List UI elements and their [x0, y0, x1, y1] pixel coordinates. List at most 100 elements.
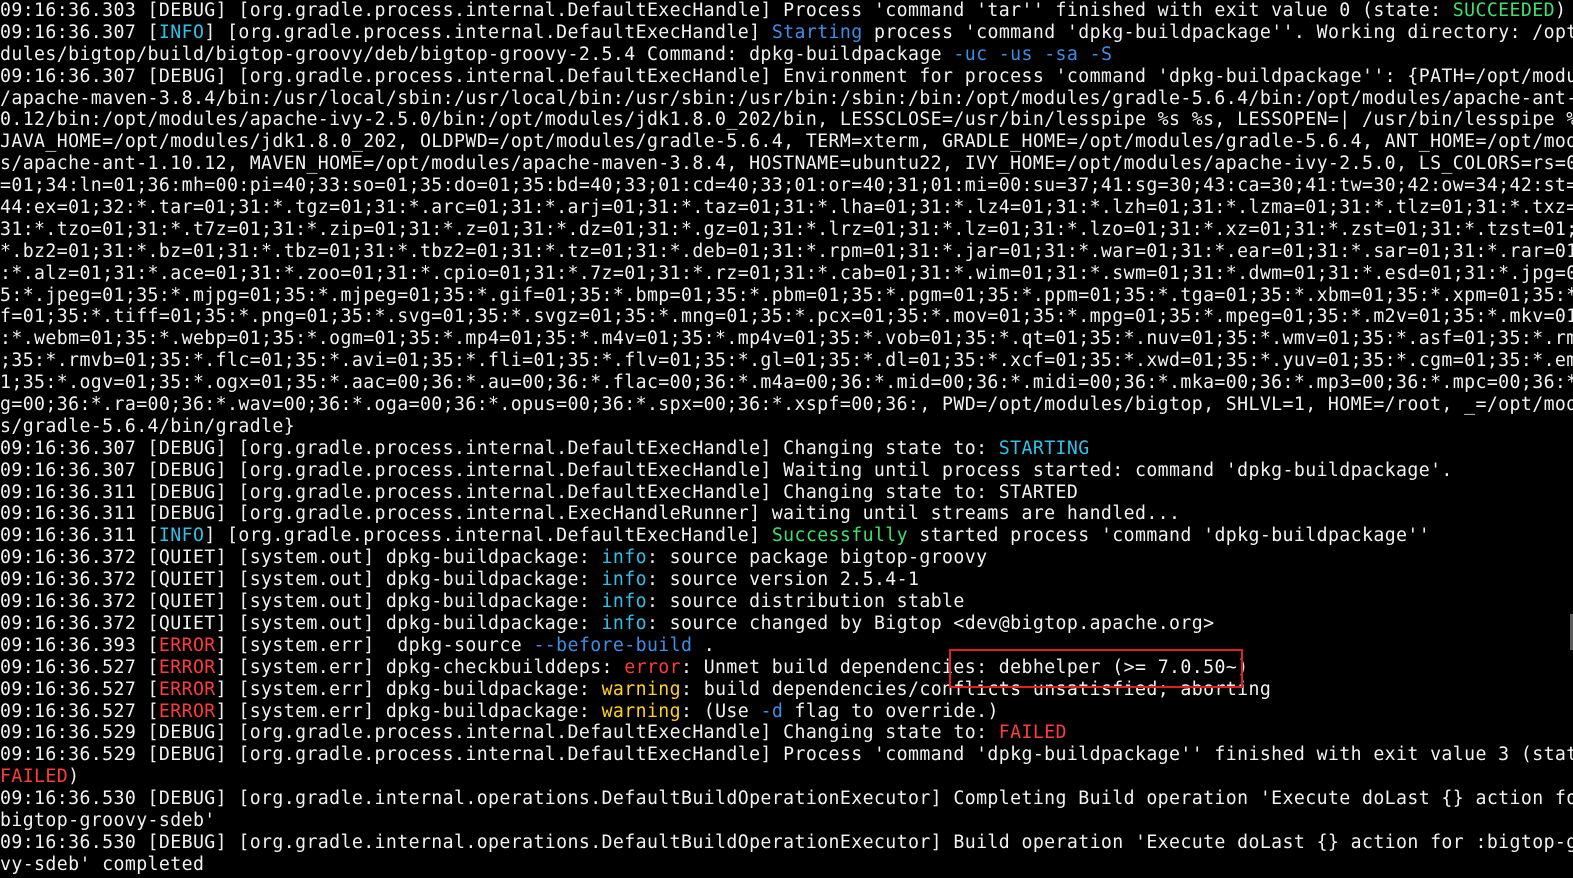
- terminal-text-segment: :*.webm=01;35:*.webp=01;35:*.ogm=01;35:*…: [0, 328, 1573, 350]
- terminal-text-segment: info: [601, 591, 647, 613]
- terminal-text-segment: 09:16:36.307 [DEBUG] [org.gradle.process…: [0, 459, 1453, 481]
- terminal-text-segment: JAVA_HOME=/opt/modules/jdk1.8.0_202, OLD…: [0, 131, 1573, 153]
- terminal-line: 09:16:36.530 [DEBUG] [org.gradle.interna…: [0, 832, 1573, 854]
- terminal-line: 09:16:36.527 [ERROR] [system.err] dpkg-c…: [0, 657, 1573, 679]
- terminal-line: 09:16:36.529 [DEBUG] [org.gradle.process…: [0, 744, 1573, 766]
- terminal-text-segment: 5:*.jpeg=01;35:*.mjpg=01;35:*.mjpeg=01;3…: [0, 284, 1573, 306]
- terminal-text-segment: g=00;36:*.ra=00;36:*.wav=00;36:*.oga=00;…: [0, 394, 1573, 416]
- terminal-text-segment: 44:ex=01;32:*.tar=01;31:*.tgz=01;31:*.ar…: [0, 197, 1573, 219]
- terminal-text-segment: ERROR: [158, 700, 216, 722]
- terminal-text-segment: 09:16:36.527 [: [0, 678, 159, 700]
- terminal-text-segment: ] [system.err] dpkg-buildpackage:: [215, 678, 602, 700]
- terminal-text-segment: 09:16:36.311 [DEBUG] [org.gradle.process…: [0, 503, 1181, 525]
- terminal-text-segment: 09:16:36.307 [DEBUG] [org.gradle.process…: [0, 437, 999, 459]
- terminal-line: 31:*.tzo=01;31:*.t7z=01;31:*.zip=01;31:*…: [0, 219, 1573, 241]
- terminal-line: dules/bigtop/build/bigtop-groovy/deb/big…: [0, 44, 1573, 66]
- terminal-line: 09:16:36.311 [DEBUG] [org.gradle.process…: [0, 482, 1573, 504]
- terminal-line: 5:*.jpeg=01;35:*.mjpg=01;35:*.mjpeg=01;3…: [0, 285, 1573, 307]
- terminal-text-segment: -uc -us -sa -S: [953, 43, 1113, 65]
- terminal-text-segment: FAILED: [0, 766, 69, 788]
- terminal-text-segment: ;35:*.rmvb=01;35:*.flc=01;35:*.avi=01;35…: [0, 350, 1573, 372]
- terminal-text-segment: : source version 2.5.4-1: [646, 569, 920, 591]
- terminal-text-segment: 09:16:36.372 [QUIET] [system.out] dpkg-b…: [0, 612, 602, 634]
- terminal-line: vy-sdeb' completed: [0, 854, 1573, 876]
- terminal-text-segment: INFO: [158, 525, 205, 547]
- terminal-line: g=00;36:*.ra=00;36:*.wav=00;36:*.oga=00;…: [0, 394, 1573, 416]
- terminal-line: f=01;35:*.tiff=01;35:*.png=01;35:*.svg=0…: [0, 306, 1573, 328]
- terminal-text-segment: s/apache-ant-1.10.12, MAVEN_HOME=/opt/mo…: [0, 153, 1573, 175]
- terminal-line: 09:16:36.307 [DEBUG] [org.gradle.process…: [0, 438, 1573, 460]
- terminal-text-segment: : build dependencies/conflicts unsatisfi…: [681, 678, 1272, 700]
- terminal-text-segment: 1;35:*.ogv=01;35:*.ogx=01;35:*.aac=00;36…: [0, 372, 1573, 394]
- terminal-line: =01;34:ln=01;36:mh=00:pi=40;33:so=01;35:…: [0, 175, 1573, 197]
- terminal-text-segment: =01;34:ln=01;36:mh=00:pi=40;33:so=01;35:…: [0, 175, 1573, 197]
- terminal-line: 09:16:36.307 [DEBUG] [org.gradle.process…: [0, 66, 1573, 88]
- terminal-text-segment: :*.alz=01;31:*.ace=01;31:*.zoo=01;31:*.c…: [0, 262, 1573, 284]
- terminal-text-segment: f=01;35:*.tiff=01;35:*.png=01;35:*.svg=0…: [0, 306, 1573, 328]
- terminal-text-segment: ] [system.err] dpkg-checkbuilddeps:: [215, 656, 625, 678]
- terminal-line: *.bz2=01;31:*.bz=01;31:*.tbz=01;31:*.tbz…: [0, 241, 1573, 263]
- terminal-text-segment: INFO: [158, 21, 205, 43]
- terminal-text-segment: : Unmet build dependencies: debhelper (>…: [681, 656, 1249, 678]
- terminal-text-segment: 09:16:36.372 [QUIET] [system.out] dpkg-b…: [0, 569, 602, 591]
- terminal-line: 09:16:36.530 [DEBUG] [org.gradle.interna…: [0, 788, 1573, 810]
- terminal-text-segment: /apache-maven-3.8.4/bin:/usr/local/sbin:…: [0, 87, 1573, 109]
- terminal-text-segment: 09:16:36.527 [: [0, 656, 159, 678]
- terminal-text-segment: 09:16:36.311 [: [0, 525, 159, 547]
- terminal-text-segment: Successfully: [771, 525, 909, 547]
- terminal-text-segment: 09:16:36.393 [: [0, 634, 159, 656]
- terminal-line: 09:16:36.311 [INFO] [org.gradle.process.…: [0, 525, 1573, 547]
- terminal-line: :*.alz=01;31:*.ace=01;31:*.zoo=01;31:*.c…: [0, 263, 1573, 285]
- terminal-text-segment: ] [system.err] dpkg-buildpackage:: [215, 700, 602, 722]
- terminal-text-segment: : source package bigtop-groovy: [646, 547, 988, 569]
- terminal-line: 1;35:*.ogv=01;35:*.ogx=01;35:*.aac=00;36…: [0, 372, 1573, 394]
- terminal-line: FAILED): [0, 766, 1573, 788]
- terminal-text-segment: : source distribution stable: [646, 591, 965, 613]
- terminal-text-segment: 09:16:36.307 [: [0, 21, 159, 43]
- terminal-text-segment: 09:16:36.530 [DEBUG] [org.gradle.interna…: [0, 788, 1573, 810]
- terminal-text-segment: 09:16:36.527 [: [0, 700, 159, 722]
- terminal-text-segment: warning: [601, 700, 682, 722]
- terminal-text-segment: : (Use: [681, 700, 761, 722]
- terminal-line: 09:16:36.372 [QUIET] [system.out] dpkg-b…: [0, 569, 1573, 591]
- terminal-text-segment: ERROR: [158, 634, 216, 656]
- terminal-line: 09:16:36.372 [QUIET] [system.out] dpkg-b…: [0, 591, 1573, 613]
- terminal-text-segment: 09:16:36.311 [DEBUG] [org.gradle.process…: [0, 481, 1079, 503]
- terminal-text-segment: warning: [601, 678, 682, 700]
- terminal-text-segment: Starting: [771, 21, 863, 43]
- terminal-text-segment: info: [601, 547, 647, 569]
- terminal-line: bigtop-groovy-sdeb': [0, 810, 1573, 832]
- terminal-text-segment: 09:16:36.303 [DEBUG] [org.gradle.process…: [0, 0, 1453, 21]
- terminal-line: 0.12/bin:/opt/modules/apache-ivy-2.5.0/b…: [0, 109, 1573, 131]
- terminal-line: 09:16:36.307 [INFO] [org.gradle.process.…: [0, 22, 1573, 44]
- terminal-text-segment: ): [1554, 0, 1567, 21]
- terminal-line: 09:16:36.393 [ERROR] [system.err] dpkg-s…: [0, 635, 1573, 657]
- terminal-text-segment: FAILED: [998, 722, 1067, 744]
- terminal-text-segment: process 'command 'dpkg-buildpackage''. W…: [862, 21, 1573, 43]
- terminal-text-segment: SUCCEEDED: [1452, 0, 1555, 21]
- terminal-line: 44:ex=01;32:*.tar=01;31:*.tgz=01;31:*.ar…: [0, 197, 1573, 219]
- terminal-line: 09:16:36.311 [DEBUG] [org.gradle.process…: [0, 503, 1573, 525]
- terminal-line: JAVA_HOME=/opt/modules/jdk1.8.0_202, OLD…: [0, 131, 1573, 153]
- terminal-line: 09:16:36.527 [ERROR] [system.err] dpkg-b…: [0, 679, 1573, 701]
- terminal-line: 09:16:36.529 [DEBUG] [org.gradle.process…: [0, 722, 1573, 744]
- terminal-output[interactable]: 09:16:36.303 [DEBUG] [org.gradle.process…: [0, 0, 1573, 878]
- terminal-line: /apache-maven-3.8.4/bin:/usr/local/sbin:…: [0, 88, 1573, 110]
- terminal-line: 09:16:36.303 [DEBUG] [org.gradle.process…: [0, 0, 1573, 22]
- terminal-text-segment: 09:16:36.372 [QUIET] [system.out] dpkg-b…: [0, 591, 602, 613]
- terminal-text-segment: ERROR: [158, 656, 216, 678]
- terminal-text-segment: 31:*.tzo=01;31:*.t7z=01;31:*.zip=01;31:*…: [0, 218, 1573, 240]
- terminal-text-segment: ): [68, 766, 80, 788]
- terminal-text-segment: STARTING: [998, 437, 1090, 459]
- terminal-text-segment: 09:16:36.372 [QUIET] [system.out] dpkg-b…: [0, 547, 602, 569]
- terminal-text-segment: info: [601, 569, 647, 591]
- terminal-text-segment: 0.12/bin:/opt/modules/apache-ivy-2.5.0/b…: [0, 109, 1573, 131]
- terminal-line: s/apache-ant-1.10.12, MAVEN_HOME=/opt/mo…: [0, 153, 1573, 175]
- terminal-text-segment: -d: [760, 700, 784, 722]
- terminal-text-segment: started process 'command 'dpkg-buildpack…: [908, 525, 1431, 547]
- terminal-text-segment: ] [org.gradle.process.internal.DefaultEx…: [204, 21, 772, 43]
- terminal-text-segment: s/gradle-5.6.4/bin/gradle}: [0, 415, 296, 437]
- terminal-line: 09:16:36.527 [ERROR] [system.err] dpkg-b…: [0, 701, 1573, 723]
- terminal-text-segment: vy-sdeb' completed: [0, 853, 205, 875]
- terminal-text-segment: *.bz2=01;31:*.bz=01;31:*.tbz=01;31:*.tbz…: [0, 240, 1573, 262]
